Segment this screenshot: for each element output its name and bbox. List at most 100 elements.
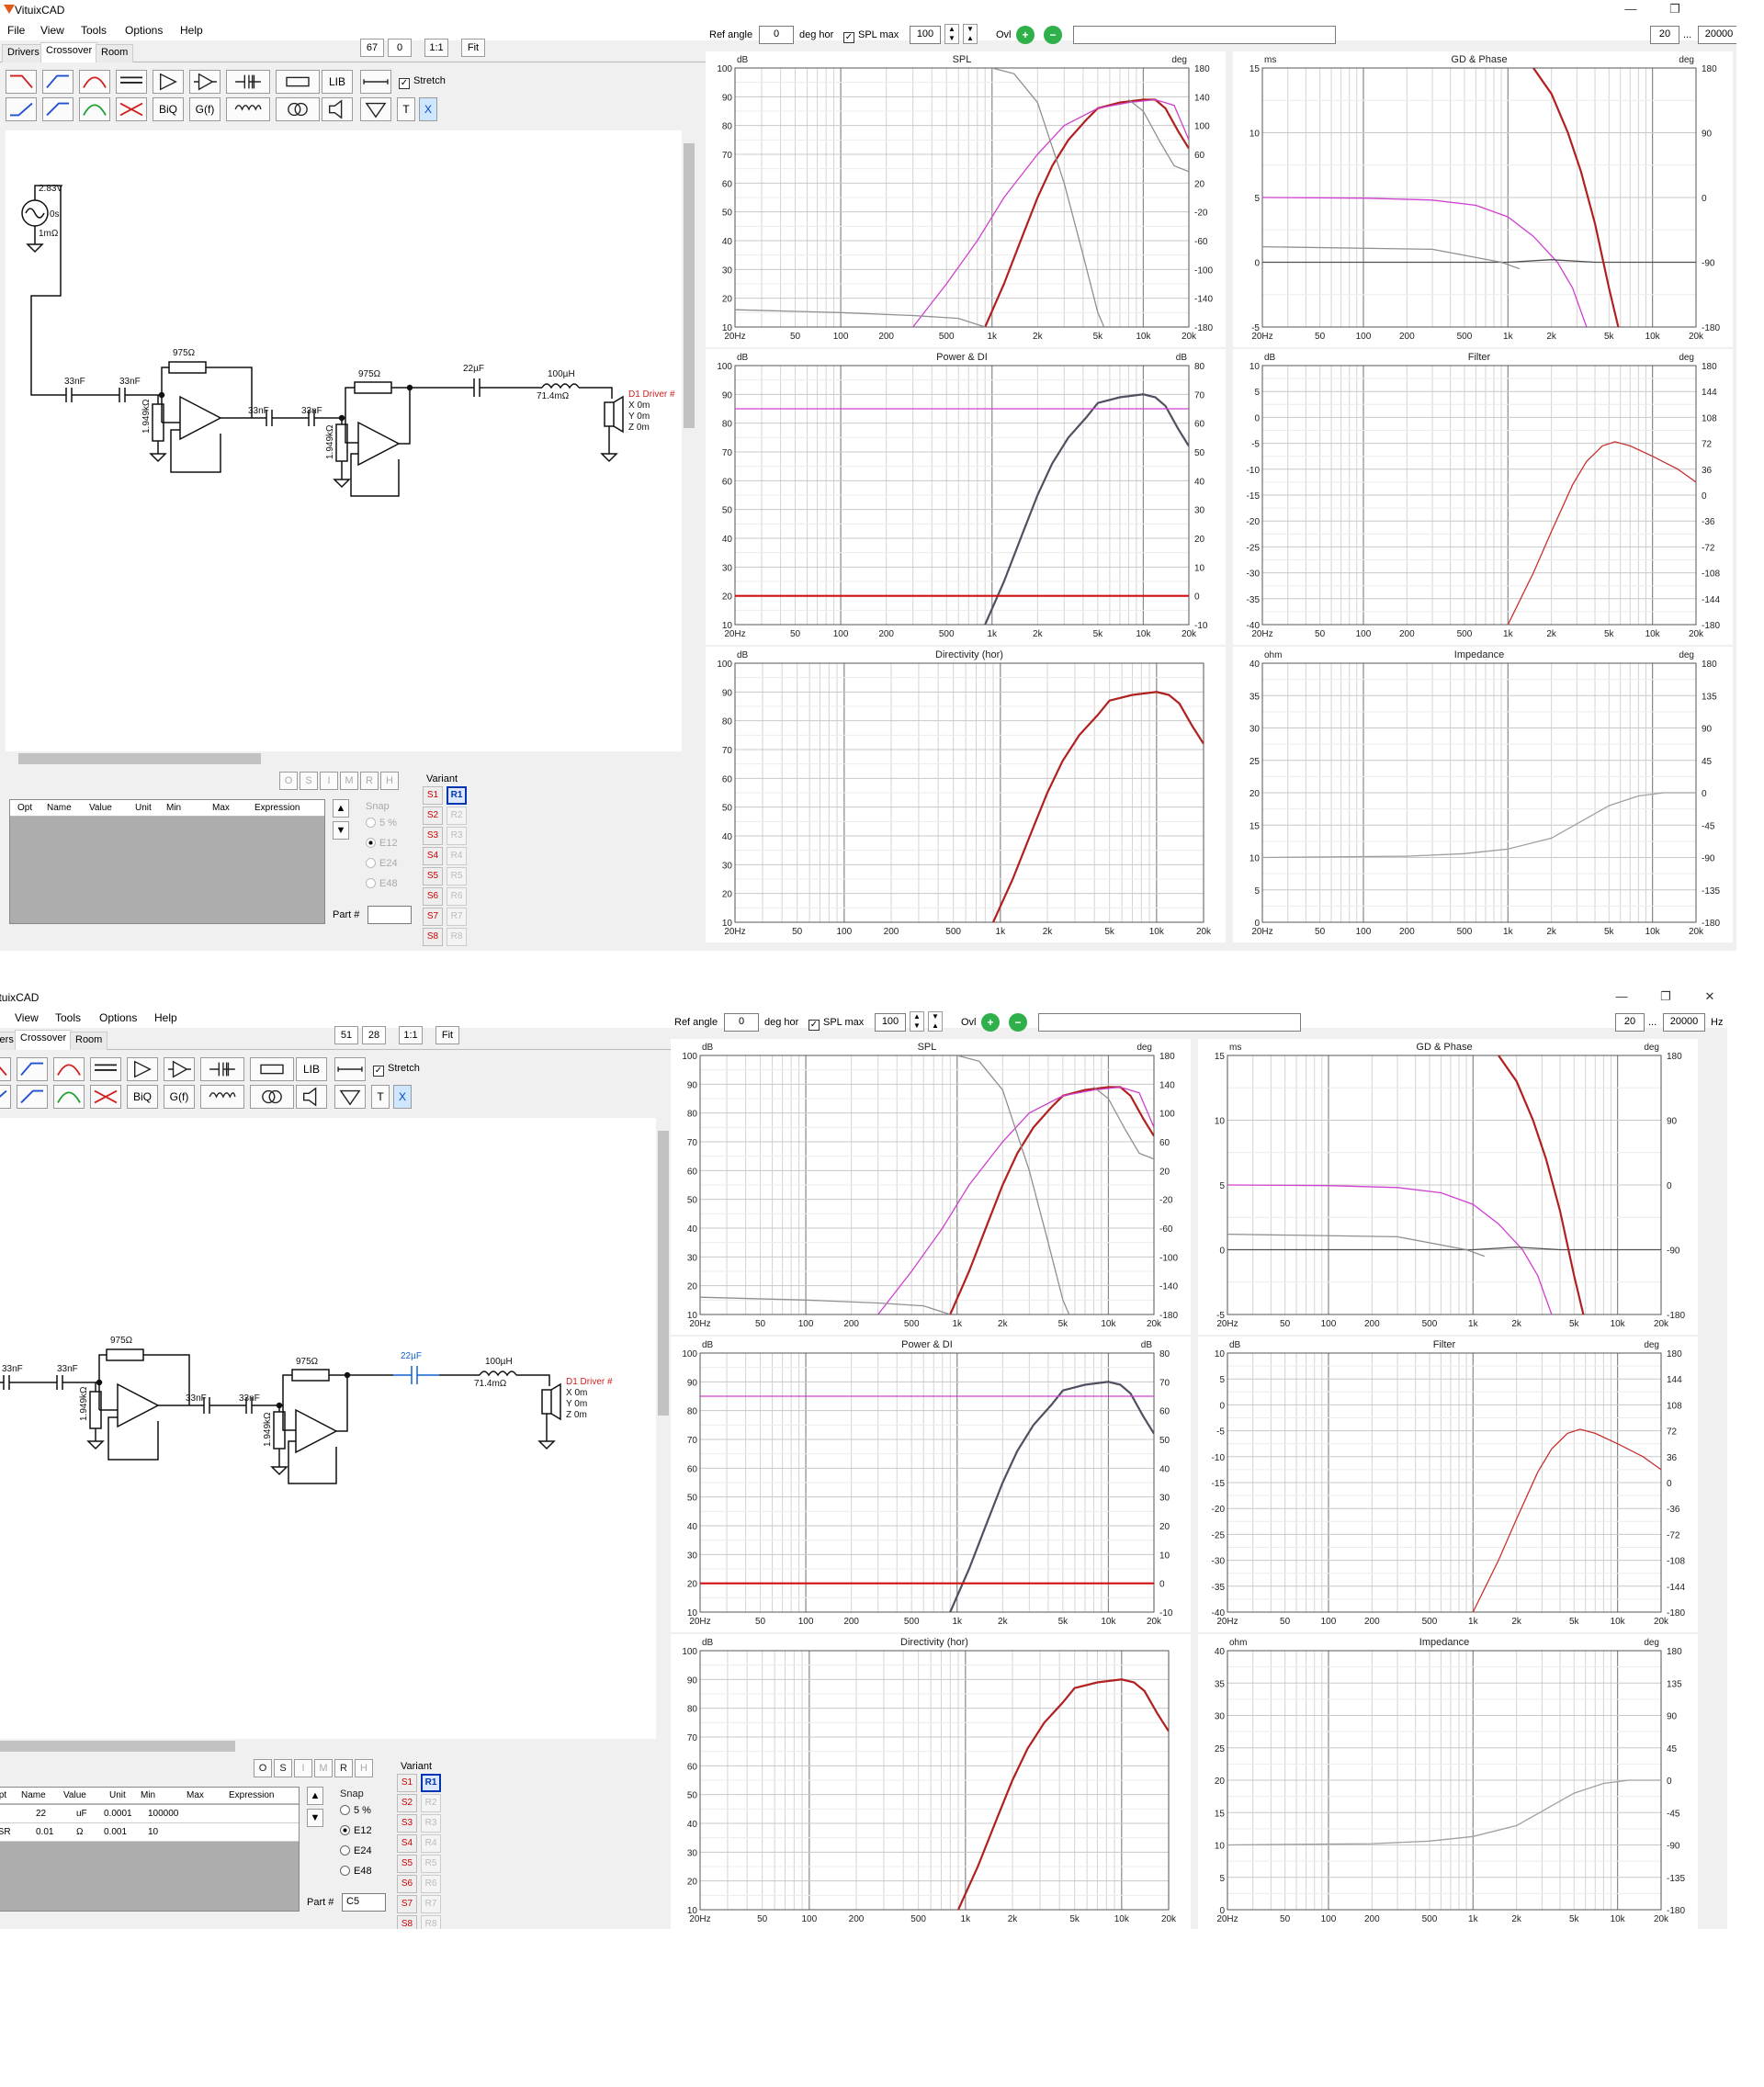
variant-r6[interactable]: R6 (421, 1875, 441, 1893)
grid-header-unit[interactable]: Unit (109, 1790, 126, 1800)
variant-r4[interactable]: R4 (447, 847, 467, 865)
chart-dir[interactable]: Directivity (hor) dB 100 90 80 70 60 50 40 30 20 10… (706, 647, 1226, 942)
remove-overlay-icon[interactable]: − (1044, 26, 1062, 44)
restore-icon[interactable]: ❐ (1652, 989, 1679, 1006)
stretch-checkbox[interactable]: ✓ Stretch (373, 1063, 420, 1077)
chart-gd[interactable]: GD & Phase ms deg 15 10 5 0 -5 180 90 0 -90 -180 20Hz… (1198, 1039, 1698, 1335)
restore-icon[interactable]: ❐ (1661, 2, 1689, 18)
schematic-canvas[interactable]: 2.83V0s1mΩ33nF33nF975Ω1.949kΩ33nF33nF975… (6, 130, 682, 751)
variant-s6[interactable]: S6 (423, 887, 443, 906)
chart-filter[interactable]: Filter dB deg 10 5 0 -5 -10 -15 -20 -25 -30 -35 -40 18… (1198, 1337, 1698, 1632)
variant-s5[interactable]: S5 (397, 1855, 417, 1873)
zoom-button-1[interactable]: Fit (461, 39, 485, 57)
parameter-grid[interactable]: Opt Name Value Unit Min Max Expression (9, 799, 325, 924)
mode-button-o[interactable]: O (279, 772, 298, 790)
snap-option-3[interactable]: E48 (366, 878, 398, 889)
wire-icon[interactable] (334, 1057, 366, 1081)
zoom-field-1[interactable]: 0 (388, 39, 412, 57)
bandpass-icon[interactable] (53, 1057, 85, 1081)
cell-name[interactable]: ESR (0, 1827, 11, 1837)
transfer-button[interactable]: G(f) (164, 1085, 195, 1109)
tab-crossover[interactable]: Crossover (40, 42, 98, 62)
grid-header-opt[interactable]: Opt (17, 803, 32, 813)
capacitor-icon[interactable] (226, 70, 270, 94)
opamp-icon[interactable] (189, 70, 220, 94)
grid-header-min[interactable]: Min (141, 1790, 155, 1800)
grid-header-min[interactable]: Min (166, 803, 181, 813)
variant-r7[interactable]: R7 (447, 908, 467, 926)
freq-min-input[interactable]: 20 (1615, 1013, 1645, 1032)
schematic-scrollbar-v[interactable] (682, 130, 696, 751)
variant-s7[interactable]: S7 (423, 908, 443, 926)
grid-header-opt[interactable]: Opt (0, 1790, 6, 1800)
zoom-button-1[interactable]: Fit (435, 1026, 459, 1044)
add-overlay-icon[interactable]: + (981, 1013, 1000, 1032)
inductor2-icon[interactable] (226, 97, 270, 121)
menu-tools[interactable]: Tools (55, 1011, 81, 1024)
remove-overlay-icon[interactable]: − (1009, 1013, 1027, 1032)
snap-option-2[interactable]: E24 (366, 858, 398, 869)
notch-icon[interactable] (116, 97, 147, 121)
move-up-icon[interactable]: ▲ (333, 799, 349, 818)
variant-s2[interactable]: S2 (397, 1794, 417, 1812)
variant-s2[interactable]: S2 (423, 807, 443, 825)
ground-icon[interactable] (360, 97, 391, 121)
move-down-icon[interactable]: ▼ (307, 1809, 323, 1827)
capacitor-icon[interactable] (200, 1057, 244, 1081)
variant-r2[interactable]: R2 (447, 807, 467, 825)
mode-button-i[interactable]: I (294, 1759, 312, 1777)
spl-max-input[interactable]: 100 (875, 1013, 906, 1032)
part-number-input[interactable]: C5 (342, 1893, 386, 1912)
zoom-field-1[interactable]: 28 (362, 1026, 386, 1044)
transformer-icon[interactable] (250, 1085, 294, 1109)
menu-help[interactable]: Help (180, 24, 203, 37)
text-tool-button[interactable]: T (397, 97, 415, 121)
buffer-icon[interactable] (127, 1057, 158, 1081)
menu-options[interactable]: Options (125, 24, 163, 37)
freq-min-input[interactable]: 20 (1650, 26, 1679, 44)
mode-button-s[interactable]: S (300, 772, 318, 790)
variant-s3[interactable]: S3 (397, 1814, 417, 1833)
inductor2-icon[interactable] (200, 1085, 244, 1109)
chart-imp[interactable]: Impedance ohm deg 40 35 30 25 20 15 10 5 0 180 135 90 4… (1233, 647, 1733, 942)
tab-crossover[interactable]: Crossover (15, 1030, 73, 1050)
variant-s4[interactable]: S4 (423, 847, 443, 865)
chart-spl[interactable]: SPL dB deg 100 90 80 70 60 50 40 30 20 10 180 140 100 60… (706, 51, 1226, 347)
opamp-icon[interactable] (164, 1057, 195, 1081)
grid-header-expression[interactable]: Expression (229, 1790, 274, 1800)
ground-icon[interactable] (334, 1085, 366, 1109)
spl-max-checkbox[interactable]: ✓ SPL max (808, 1017, 864, 1031)
delete-tool-button[interactable]: X (419, 97, 437, 121)
variant-r8[interactable]: R8 (447, 928, 467, 946)
variant-r2[interactable]: R2 (421, 1794, 441, 1812)
mode-button-i[interactable]: I (320, 772, 338, 790)
chart-power[interactable]: Power & DI dB dB 100 90 80 70 60 50 40 30 20 10 80 70 6… (671, 1337, 1191, 1632)
schematic-canvas[interactable]: 2.83V0s1mΩ33nF33nF975Ω1.949kΩ33nF33nF975… (0, 1118, 656, 1739)
resistor-icon[interactable] (250, 1057, 294, 1081)
lowpass-icon[interactable] (0, 1057, 11, 1081)
menu-file[interactable]: File (7, 24, 25, 37)
stretch-checkbox[interactable]: ✓ Stretch (399, 75, 446, 89)
highpass2-icon[interactable] (17, 1085, 48, 1109)
spl-max-checkbox[interactable]: ✓ SPL max (843, 29, 899, 43)
cell-unit[interactable]: uF (76, 1809, 87, 1819)
lowpass2-icon[interactable] (6, 97, 37, 121)
resistor-icon[interactable] (276, 70, 320, 94)
grid-header-name[interactable]: Name (21, 1790, 46, 1800)
snap-option-1[interactable]: E12 (340, 1825, 372, 1836)
grid-header-name[interactable]: Name (47, 803, 72, 813)
menu-view[interactable]: View (15, 1011, 39, 1024)
parameter-grid[interactable]: OptNameValueUnitMinMaxExpressionC22uF0.0… (0, 1787, 300, 1912)
spinner2-icon[interactable]: ▼ ▲ (963, 24, 978, 44)
menu-options[interactable]: Options (99, 1011, 137, 1024)
snap-option-1[interactable]: E12 (366, 838, 398, 849)
spinner-icon[interactable]: ▲ ▼ (910, 1011, 924, 1032)
transfer-button[interactable]: G(f) (189, 97, 220, 121)
schematic-scrollbar-v[interactable] (656, 1118, 671, 1739)
variant-r4[interactable]: R4 (421, 1834, 441, 1853)
menu-help[interactable]: Help (154, 1011, 177, 1024)
variant-s5[interactable]: S5 (423, 867, 443, 886)
cell-unit[interactable]: Ω (76, 1827, 83, 1837)
text-tool-button[interactable]: T (371, 1085, 390, 1109)
grid-header-max[interactable]: Max (187, 1790, 204, 1800)
